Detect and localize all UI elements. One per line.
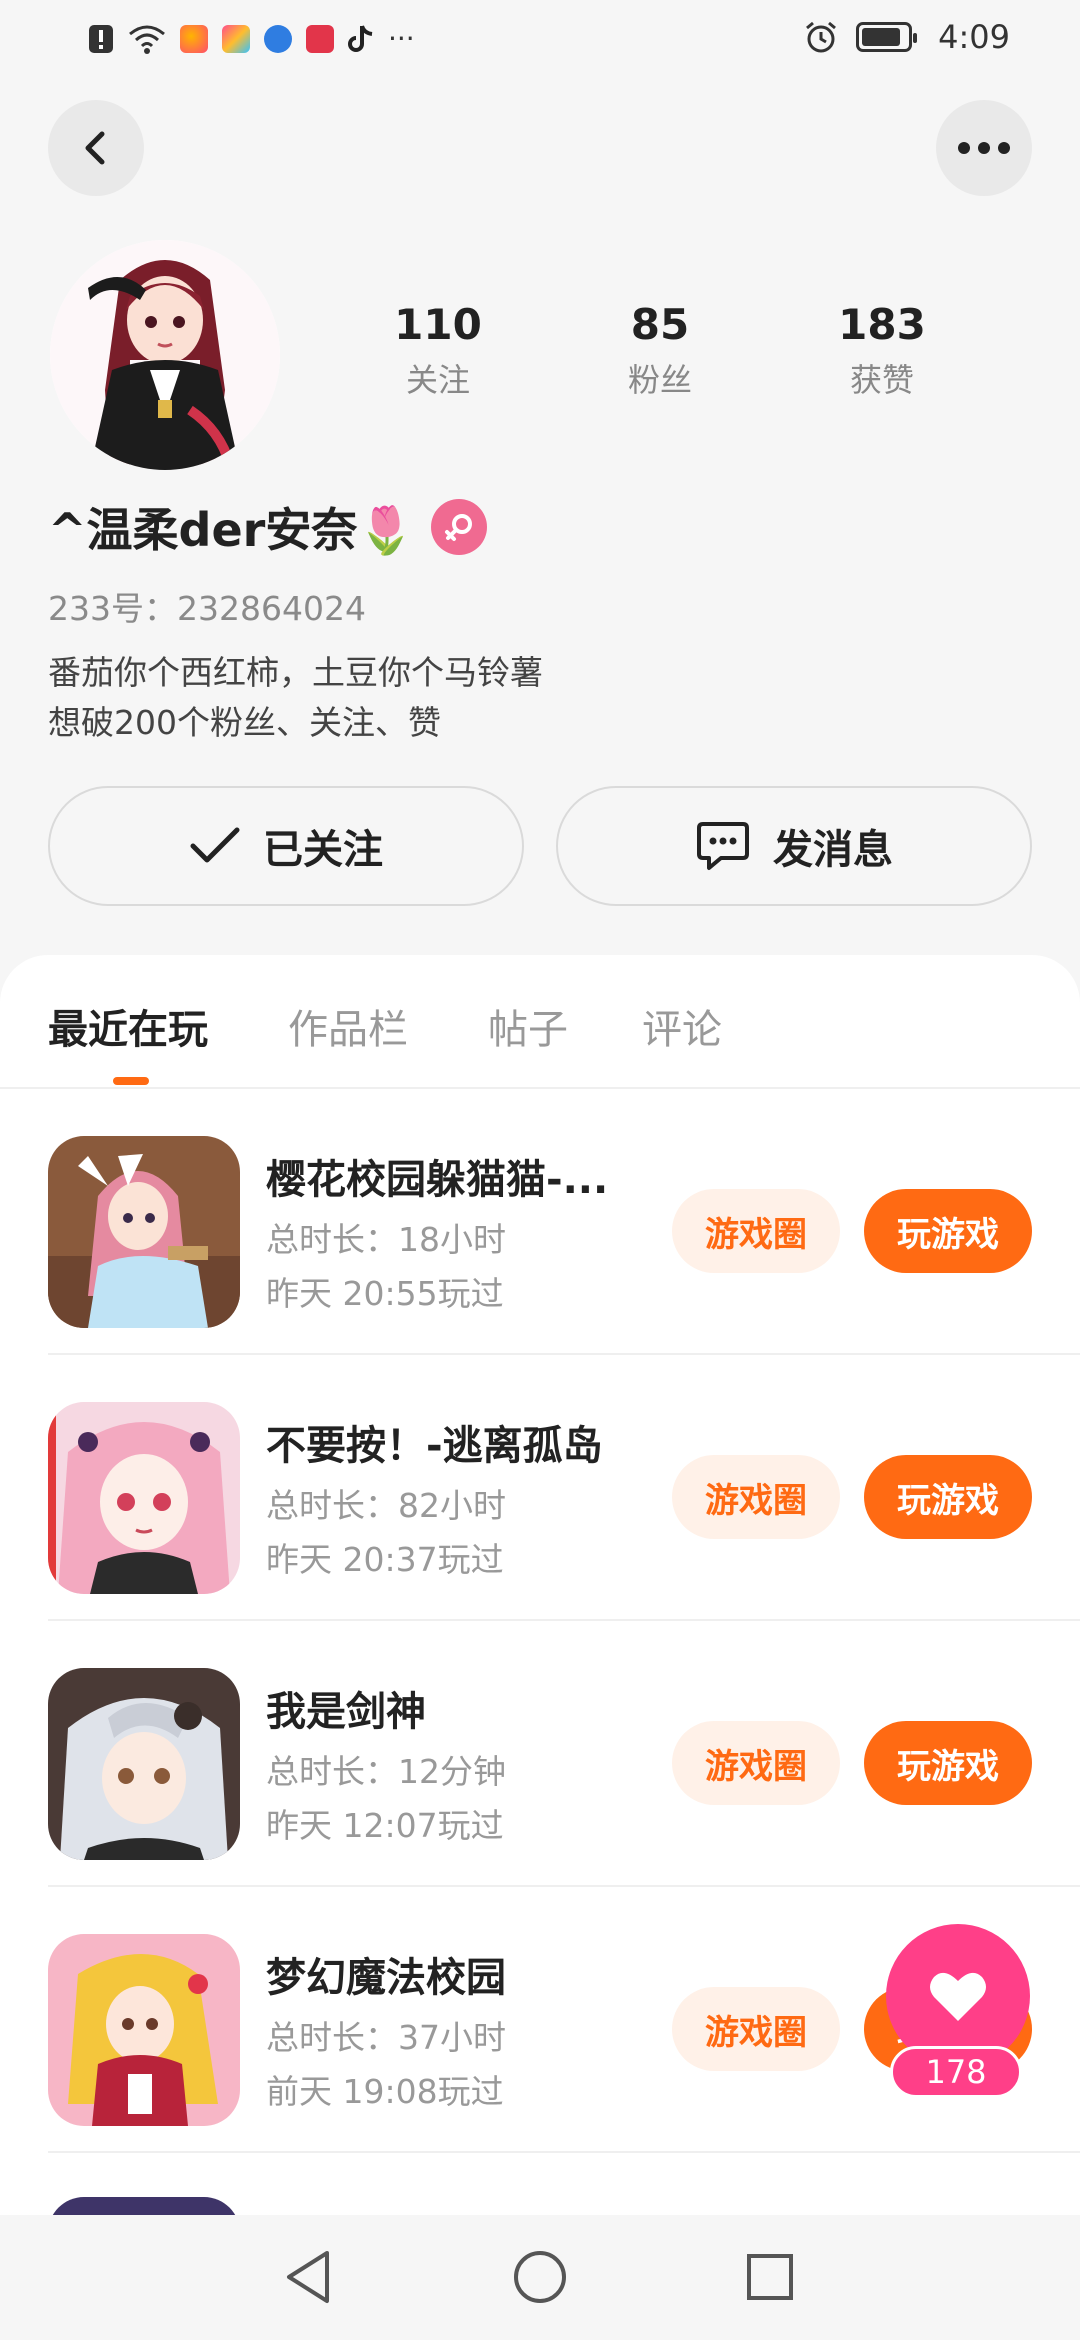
play-game-button[interactable]: 玩游戏: [864, 1189, 1032, 1273]
game-duration: 总时长：82小时: [266, 1486, 506, 1525]
tab-indicator: [113, 1077, 149, 1085]
stat-likes[interactable]: 183 获赞: [802, 300, 962, 401]
game-last-played: 前天 19:08玩过: [266, 2072, 504, 2111]
game-last-played: 昨天 12:07玩过: [266, 1806, 504, 1845]
list-item[interactable]: 不要按！-逃离孤岛 总时长：82小时 昨天 20:37玩过 游戏圈 玩游戏: [0, 1355, 1080, 1621]
user-id: 233号：232864024: [48, 589, 366, 628]
username-row: ^温柔der安奈🌷: [48, 494, 487, 560]
app-notification-icon: [306, 24, 334, 53]
battery-icon: [856, 22, 918, 52]
game-duration: 总时长：18小时: [266, 1220, 506, 1259]
play-game-button[interactable]: 玩游戏: [864, 1721, 1032, 1805]
system-nav-bar: [0, 2215, 1080, 2340]
heart-icon: [930, 1972, 986, 2021]
game-title: 不要按！-逃离孤岛: [266, 1423, 603, 1469]
stat-likes-label: 获赞: [849, 361, 914, 399]
bio-line: 想破200个粉丝、关注、赞: [48, 703, 441, 742]
play-game-button[interactable]: 玩游戏: [864, 1455, 1032, 1539]
tab-works[interactable]: 作品栏: [288, 997, 408, 1055]
circle-home-icon: [514, 2251, 566, 2303]
tab-comments[interactable]: 评论: [642, 997, 722, 1055]
nav-recents-button[interactable]: [738, 2245, 802, 2309]
more-notifications: ···: [388, 22, 415, 55]
chat-bubble-icon: [697, 822, 749, 870]
stat-followers-label: 粉丝: [627, 361, 692, 399]
list-item[interactable]: 樱花校园躲猫猫-... 总时长：18小时 昨天 20:55玩过 游戏圈 玩游戏: [0, 1089, 1080, 1355]
triangle-back-icon: [287, 2251, 329, 2303]
user-bio: 番茄你个西红柿，土豆你个马铃薯 想破200个粉丝、关注、赞: [48, 648, 543, 748]
game-cover-image: [48, 2197, 240, 2215]
alert-icon: [89, 24, 113, 53]
game-circle-button[interactable]: 游戏圈: [672, 1455, 840, 1539]
wifi-icon: [129, 25, 165, 54]
game-icon[interactable]: [48, 1402, 240, 1594]
game-last-played: 昨天 20:55玩过: [266, 1274, 504, 1313]
game-icon[interactable]: [48, 1668, 240, 1860]
followed-button[interactable]: 已关注: [48, 786, 524, 906]
game-title: 我是剑神: [266, 1689, 426, 1735]
status-bar: ··· 4:09: [0, 0, 1080, 80]
game-duration: 总时长：12分钟: [266, 1752, 506, 1791]
like-count-badge: 178: [890, 2046, 1022, 2098]
game-cover-image: [48, 1136, 240, 1328]
app-notification-icon: [180, 24, 208, 53]
nav-back-button[interactable]: [276, 2245, 340, 2309]
status-icons-left: ···: [88, 22, 415, 55]
profile-tabs: 最近在玩 作品栏 帖子 评论: [0, 955, 1080, 1089]
stat-followers[interactable]: 85 粉丝: [580, 300, 740, 401]
game-duration: 总时长：37小时: [266, 2018, 506, 2057]
app-notification-icon: [222, 24, 250, 53]
avatar[interactable]: [50, 240, 280, 470]
game-title: 樱花校园躲猫猫-...: [266, 1157, 609, 1203]
game-icon[interactable]: [48, 1934, 240, 2126]
tab-posts[interactable]: 帖子: [488, 997, 568, 1055]
game-title: 梦幻魔法校园: [266, 1955, 506, 2001]
send-message-label: 发消息: [773, 827, 893, 873]
send-message-button[interactable]: 发消息: [556, 786, 1032, 906]
tiktok-icon: [348, 24, 373, 52]
game-cover-image: [48, 1668, 240, 1860]
chevron-left-icon: [85, 131, 105, 165]
status-icons-right: 4:09: [804, 18, 1010, 56]
followed-button-label: 已关注: [263, 827, 383, 873]
game-cover-image: [48, 1402, 240, 1594]
app-notification-icon: [264, 24, 292, 53]
stat-likes-count: 183: [838, 300, 926, 349]
game-cover-image: [48, 1934, 240, 2126]
stat-following-count: 110: [394, 300, 482, 349]
check-icon: [190, 827, 240, 863]
avatar-image: [50, 240, 280, 470]
more-options-button[interactable]: [936, 100, 1032, 196]
game-circle-button[interactable]: 游戏圈: [672, 1721, 840, 1805]
female-icon: [444, 514, 472, 541]
game-circle-button[interactable]: 游戏圈: [672, 1987, 840, 2071]
gender-badge: [430, 499, 487, 555]
stat-followers-count: 85: [630, 300, 690, 349]
stat-following[interactable]: 110 关注: [358, 300, 518, 401]
username: ^温柔der安奈🌷: [48, 503, 415, 557]
nav-home-button[interactable]: [508, 2245, 572, 2309]
list-item[interactable]: 我是剑神 总时长：12分钟 昨天 12:07玩过 游戏圈 玩游戏: [0, 1621, 1080, 1887]
game-last-played: 昨天 20:37玩过: [266, 1540, 504, 1579]
game-icon[interactable]: [48, 1136, 240, 1328]
list-item[interactable]: [0, 2153, 1080, 2215]
stat-following-label: 关注: [405, 361, 470, 399]
back-button[interactable]: [48, 100, 144, 196]
tab-recently-played[interactable]: 最近在玩: [48, 997, 208, 1055]
game-icon[interactable]: [48, 2197, 240, 2215]
game-circle-button[interactable]: 游戏圈: [672, 1189, 840, 1273]
square-recents-icon: [747, 2254, 793, 2300]
alarm-icon: [806, 21, 837, 53]
bio-line: 番茄你个西红柿，土豆你个马铃薯: [48, 653, 543, 692]
more-horizontal-icon: [958, 142, 1010, 154]
status-time: 4:09: [938, 18, 1010, 56]
